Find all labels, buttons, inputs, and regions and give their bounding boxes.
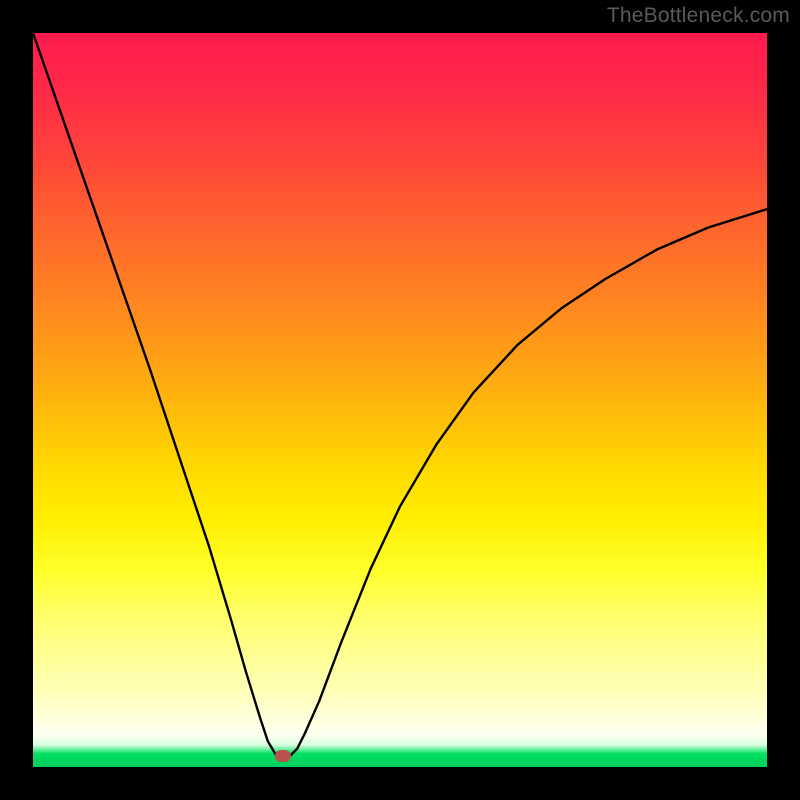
bottleneck-curve xyxy=(33,33,767,758)
optimal-point-marker xyxy=(275,750,291,762)
watermark-text: TheBottleneck.com xyxy=(607,4,790,28)
curve-svg xyxy=(33,33,767,767)
chart-frame: TheBottleneck.com xyxy=(0,0,800,800)
plot-area xyxy=(33,33,767,767)
